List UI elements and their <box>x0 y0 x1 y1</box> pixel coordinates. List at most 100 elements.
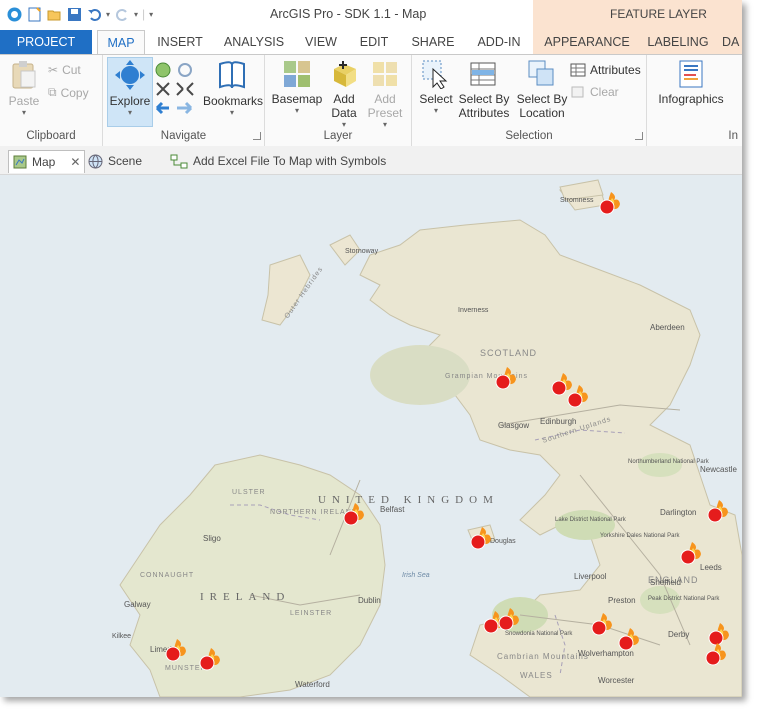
select-icon <box>422 60 448 90</box>
attributes-button[interactable]: Attributes <box>570 63 641 77</box>
map-view-tab[interactable]: Map ✕ <box>8 150 86 173</box>
fire-icon[interactable] <box>197 646 223 672</box>
city-belfast: Belfast <box>380 505 405 514</box>
city-worcester: Worcester <box>598 676 635 685</box>
contextual-title: FEATURE LAYER <box>610 7 707 21</box>
explore-button[interactable]: Explore ▾ <box>108 59 152 117</box>
clear-button[interactable]: Clear <box>570 85 619 99</box>
layer-group-label: Layer <box>323 130 353 142</box>
tab-insert[interactable]: INSERT <box>151 30 209 54</box>
qat-separator: | <box>142 7 146 21</box>
city-edinburgh: Edinburgh <box>540 417 576 426</box>
close-icon[interactable]: ✕ <box>70 155 80 169</box>
tab-add-in[interactable]: ADD-IN <box>471 30 527 54</box>
city-darlington: Darlington <box>660 508 696 517</box>
fire-icon[interactable] <box>597 190 623 216</box>
cut-icon: ✂ <box>48 63 59 77</box>
scene-view-tab[interactable]: Scene <box>88 150 142 172</box>
city-preston: Preston <box>608 596 636 605</box>
tab-edit[interactable]: EDIT <box>353 30 395 54</box>
label-connaught: CONNAUGHT <box>140 572 194 579</box>
select-by-attributes-button[interactable]: Select By Attributes <box>456 59 512 120</box>
select-by-location-button[interactable]: Select By Location <box>514 59 570 120</box>
cut-button[interactable]: ✂ Cut <box>48 63 81 77</box>
arcgis-logo-icon[interactable] <box>6 6 22 22</box>
new-icon[interactable] <box>26 6 42 22</box>
tab-share[interactable]: SHARE <box>405 30 461 54</box>
select-button[interactable]: Select ▾ <box>416 59 456 115</box>
fire-icon[interactable] <box>705 498 731 524</box>
fire-icon[interactable] <box>468 525 494 551</box>
city-kilkee: Kilkee <box>112 633 131 640</box>
fire-icon[interactable] <box>616 626 642 652</box>
explore-icon <box>115 60 145 90</box>
navigate-group-label: Navigate <box>160 130 207 142</box>
fire-icon[interactable] <box>493 365 519 391</box>
customize-qat-button[interactable]: ▾ <box>149 10 153 19</box>
zoom-layer-icon[interactable] <box>178 63 192 77</box>
selection-dialog-launcher[interactable] <box>635 132 643 140</box>
select-by-location-label-1: Select By <box>516 92 568 106</box>
infographics-button[interactable]: Infographics <box>653 59 729 106</box>
tab-map[interactable]: MAP <box>97 30 145 56</box>
fire-icon[interactable] <box>703 641 729 667</box>
map-view[interactable]: UNITED KINGDOM IRELAND SCOTLAND ENGLAND … <box>0 175 742 697</box>
tab-project[interactable]: PROJECT <box>0 30 92 54</box>
city-sligo: Sligo <box>203 534 221 543</box>
tab-appearance[interactable]: APPEARANCE <box>538 30 636 54</box>
tab-data[interactable]: DA <box>722 30 742 54</box>
open-icon[interactable] <box>46 6 62 22</box>
city-newcastle: Newcastle <box>700 465 737 474</box>
basemap: UNITED KINGDOM IRELAND SCOTLAND ENGLAND … <box>0 175 742 697</box>
selection-group-label: Selection <box>505 130 553 142</box>
tab-labeling[interactable]: LABELING <box>643 30 713 54</box>
clear-icon <box>571 86 584 98</box>
fire-icon[interactable] <box>589 611 615 637</box>
select-dropdown[interactable]: ▾ <box>416 106 456 115</box>
fire-icon[interactable] <box>341 501 367 527</box>
explore-label: Explore <box>109 94 151 108</box>
fixed-zoom-out-icon[interactable] <box>176 82 194 96</box>
basemap-button[interactable]: Basemap ▾ <box>269 59 325 115</box>
city-dublin: Dublin <box>358 596 381 605</box>
navigate-group: Explore ▾ Bookmarks ▾ Navigate <box>103 55 265 146</box>
save-icon[interactable] <box>66 6 82 22</box>
city-sheffield: Sheffield <box>650 578 681 587</box>
paste-button[interactable]: Paste ▾ <box>6 59 42 117</box>
copy-icon: ⧉ <box>48 85 57 99</box>
bookmarks-button[interactable]: Bookmarks ▾ <box>203 59 264 117</box>
fire-icon[interactable] <box>678 540 704 566</box>
fire-icon[interactable] <box>496 606 522 632</box>
bookmarks-label: Bookmarks <box>203 94 264 108</box>
navigate-dialog-launcher[interactable] <box>253 132 261 140</box>
basemap-label: Basemap <box>271 92 323 106</box>
bookmarks-dropdown[interactable]: ▾ <box>203 108 261 117</box>
add-preset-button[interactable]: Add Preset ▾ <box>363 59 407 129</box>
nav-small-tools <box>155 61 199 121</box>
basemap-dropdown[interactable]: ▾ <box>269 106 325 115</box>
copy-button[interactable]: ⧉ Copy <box>48 85 89 100</box>
undo-icon[interactable] <box>86 6 102 22</box>
add-data-dropdown[interactable]: ▾ <box>327 120 361 129</box>
fixed-zoom-in-icon[interactable] <box>156 82 170 96</box>
tab-analysis[interactable]: ANALYSIS <box>219 30 289 54</box>
globe-icon <box>88 154 103 169</box>
add-preset-dropdown[interactable]: ▾ <box>363 120 407 129</box>
full-extent-icon[interactable] <box>155 62 171 78</box>
clipboard-group: Paste ▾ ✂ Cut ⧉ Copy Clipboard <box>0 55 103 146</box>
ribbon: Paste ▾ ✂Cut ⧉Copy Clipboard Explore ▾ <box>0 54 742 147</box>
redo-dropdown[interactable]: ▾ <box>134 10 138 19</box>
fire-icon[interactable] <box>565 383 591 409</box>
paste-label: Paste <box>8 94 40 108</box>
previous-extent-icon[interactable] <box>155 101 169 115</box>
next-extent-icon[interactable] <box>177 101 193 115</box>
explore-dropdown[interactable]: ▾ <box>108 108 152 117</box>
paste-dropdown[interactable]: ▾ <box>6 108 42 117</box>
undo-dropdown[interactable]: ▾ <box>106 10 110 19</box>
tab-view[interactable]: VIEW <box>299 30 343 54</box>
add-data-button[interactable]: Add Data ▾ <box>327 59 361 129</box>
add-excel-button[interactable]: Add Excel File To Map with Symbols <box>170 150 386 172</box>
fire-icon[interactable] <box>163 637 189 663</box>
window-title: ArcGIS Pro - SDK 1.1 - Map <box>270 7 427 21</box>
cut-label: Cut <box>62 63 81 77</box>
